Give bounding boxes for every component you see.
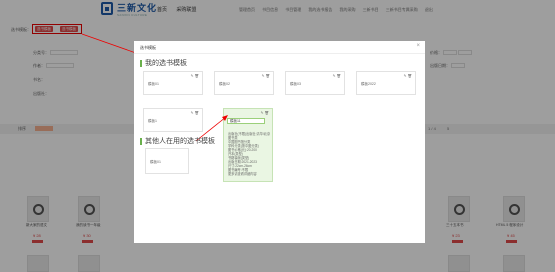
template-card[interactable]: 模板01 xyxy=(145,148,189,174)
template-name: 模板01 xyxy=(150,160,161,164)
others-templates-title: 其他人在用的选书模板 xyxy=(140,138,215,145)
template-modal: 选书模板 × 我的选书模板 ✎ 🗑 模板01 ✎ 🗑 模板02 ✎ 🗑 模板03… xyxy=(134,41,425,243)
